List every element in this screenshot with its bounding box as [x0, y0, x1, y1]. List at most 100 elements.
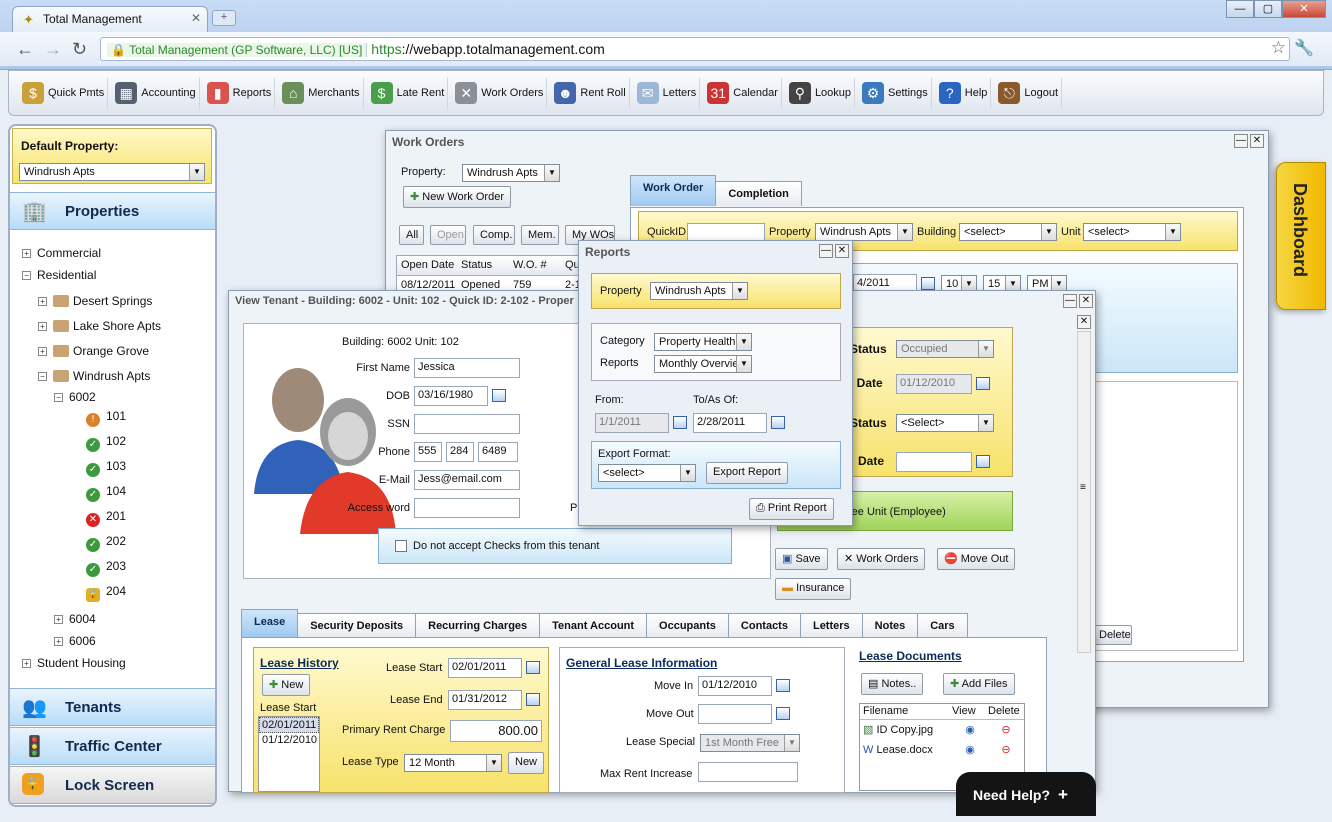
address-bar[interactable]: 🔒 Total Management (GP Software, LLC) [U… [100, 37, 1290, 61]
lock-screen-button[interactable]: 🔒 Lock Screen [10, 766, 215, 804]
unit-item[interactable]: ✓ 103 [86, 459, 126, 477]
close-icon[interactable]: ✕ [1079, 294, 1093, 308]
notes-button[interactable]: ▤ Notes.. [861, 673, 924, 695]
tab-contacts[interactable]: Contacts [727, 613, 801, 638]
tree-item-desert-springs[interactable]: + Desert Springs [38, 294, 152, 308]
unit-item[interactable]: ✕ 201 [86, 509, 126, 527]
lease-type-new-button[interactable]: New [508, 752, 545, 774]
status-select[interactable]: Occupied ▼ [896, 340, 994, 358]
expand-icon[interactable]: + [22, 659, 31, 668]
building-select[interactable]: <select> ▼ [959, 223, 1057, 241]
move-date-input[interactable]: 01/12/2010 [896, 374, 972, 394]
toolbar-reports-button[interactable]: ▮ Reports [204, 78, 276, 108]
collapse-icon[interactable]: − [54, 393, 63, 402]
expand-icon[interactable]: + [22, 249, 31, 258]
email-input[interactable]: Jess@email.com [414, 470, 520, 490]
security-indicator[interactable]: 🔒 Total Management (GP Software, LLC) [U… [107, 43, 368, 57]
max-rent-input[interactable] [698, 762, 798, 782]
delete-icon[interactable]: ⊖ [988, 720, 1024, 740]
close-icon[interactable]: ✕ [835, 244, 849, 258]
date2-input[interactable] [896, 452, 972, 472]
tenant-work-orders-button[interactable]: ✕ Work Orders [837, 548, 926, 570]
tree-item-orange-grove[interactable]: + Orange Grove [38, 344, 149, 358]
to-date-input[interactable]: 2/28/2011 [693, 413, 767, 433]
view-eye-icon[interactable]: ◉ [952, 740, 988, 760]
add-files-button[interactable]: ✚ Add Files [943, 673, 1015, 695]
unit-select[interactable]: <select> ▼ [1083, 223, 1181, 241]
wo-property-select[interactable]: Windrush Apts ▼ [462, 164, 560, 182]
move-out-input[interactable] [698, 704, 772, 724]
toolbar-rent-roll-button[interactable]: ☻ Rent Roll [551, 78, 630, 108]
column-header[interactable]: W.O. # [509, 256, 561, 275]
lease-special-select[interactable]: 1st Month Free ▼ [700, 734, 800, 752]
tab-lease[interactable]: Lease [241, 609, 299, 638]
filter-memo-button[interactable]: Mem. [521, 225, 559, 245]
no-checks-checkbox[interactable] [395, 540, 407, 552]
expand-icon[interactable]: + [38, 297, 47, 306]
reload-icon[interactable]: ↻ [72, 39, 87, 60]
toolbar-work-orders-button[interactable]: ✕ Work Orders [452, 78, 548, 108]
collapse-icon[interactable]: − [22, 271, 31, 280]
unit-item[interactable]: 🔒 204 [86, 584, 126, 602]
close-icon[interactable]: ✕ [1250, 134, 1264, 148]
toolbar-help-button[interactable]: ? Help [936, 78, 992, 108]
tab-notes[interactable]: Notes [861, 613, 919, 638]
reports-type-select[interactable]: Monthly Overvie ▼ [654, 355, 752, 373]
unit-item[interactable]: ✓ 102 [86, 434, 126, 452]
calendar-icon[interactable] [526, 661, 540, 674]
calendar-icon[interactable] [921, 277, 935, 290]
bookmark-star-icon[interactable]: ☆ [1271, 38, 1286, 58]
tab-cars[interactable]: Cars [917, 613, 968, 638]
close-icon[interactable]: ✕ [1077, 315, 1091, 329]
filename[interactable]: Lease.docx [876, 744, 932, 756]
expand-icon[interactable]: + [54, 615, 63, 624]
properties-section-header[interactable]: 🏢 Properties [10, 192, 215, 230]
toolbar-merchants-button[interactable]: ⌂ Merchants [279, 78, 364, 108]
export-report-button[interactable]: Export Report [706, 462, 788, 484]
collapse-icon[interactable]: − [38, 372, 47, 381]
filename[interactable]: ID Copy.jpg [876, 724, 933, 736]
tab-security-deposits[interactable]: Security Deposits [297, 613, 417, 638]
tab-occupants[interactable]: Occupants [646, 613, 729, 638]
toolbar-calendar-button[interactable]: 31 Calendar [704, 78, 782, 108]
tree-item-commercial[interactable]: + Commercial [22, 246, 101, 260]
table-row[interactable]: ▧ ID Copy.jpg ◉ ⊖ [860, 720, 1024, 740]
calendar-icon[interactable] [976, 455, 990, 468]
view-eye-icon[interactable]: ◉ [952, 720, 988, 740]
status2-select[interactable]: <Select> ▼ [896, 414, 994, 432]
filter-completed-button[interactable]: Comp. [473, 225, 515, 245]
tab-completion[interactable]: Completion [715, 181, 802, 206]
reports-property-select[interactable]: Windrush Apts ▼ [650, 282, 748, 300]
traffic-center-section-header[interactable]: 🚦 Traffic Center [10, 727, 215, 765]
forward-icon[interactable]: → [44, 39, 62, 60]
tenants-section-header[interactable]: 👥 Tenants [10, 688, 215, 726]
insurance-button[interactable]: ▬ Insurance [775, 578, 852, 600]
tree-item-6004[interactable]: +6004 [54, 612, 96, 626]
toolbar-settings-button[interactable]: ⚙ Settings [859, 78, 932, 108]
tab-work-order[interactable]: Work Order [630, 175, 717, 206]
minimize-button[interactable]: — [1226, 0, 1254, 18]
from-date-input[interactable]: 1/1/2011 [595, 413, 669, 433]
list-item[interactable]: 02/01/2011 [259, 717, 319, 733]
calendar-icon[interactable] [976, 377, 990, 390]
calendar-icon[interactable] [776, 707, 790, 720]
default-property-select[interactable]: Windrush Apts ▼ [19, 163, 205, 181]
list-item[interactable]: 01/12/2010 [259, 733, 319, 747]
column-header[interactable]: Status [457, 256, 509, 275]
tree-item-residential[interactable]: − Residential [22, 268, 96, 282]
dashboard-tab[interactable]: Dashboard [1276, 162, 1326, 310]
scrollbar[interactable]: ≡ [1077, 331, 1091, 653]
lease-type-select[interactable]: 12 Month ▼ [404, 754, 502, 772]
column-header[interactable]: Open Date [397, 256, 457, 275]
tree-item-6002[interactable]: −6002 [54, 390, 96, 404]
toolbar-logout-button[interactable]: ⎋ Logout [995, 78, 1063, 108]
phone-line-input[interactable]: 6489 [478, 442, 518, 462]
phone-area-input[interactable]: 555 [414, 442, 442, 462]
wrench-menu-icon[interactable]: 🔧 [1294, 38, 1314, 58]
export-format-select[interactable]: <select> ▼ [598, 464, 696, 482]
tab-letters[interactable]: Letters [799, 613, 863, 638]
dob-input[interactable]: 03/16/1980 [414, 386, 488, 406]
move-out-button[interactable]: ⛔ Move Out [937, 548, 1016, 570]
expand-icon[interactable]: + [38, 347, 47, 356]
primary-rent-input[interactable]: 800.00 [450, 720, 542, 742]
